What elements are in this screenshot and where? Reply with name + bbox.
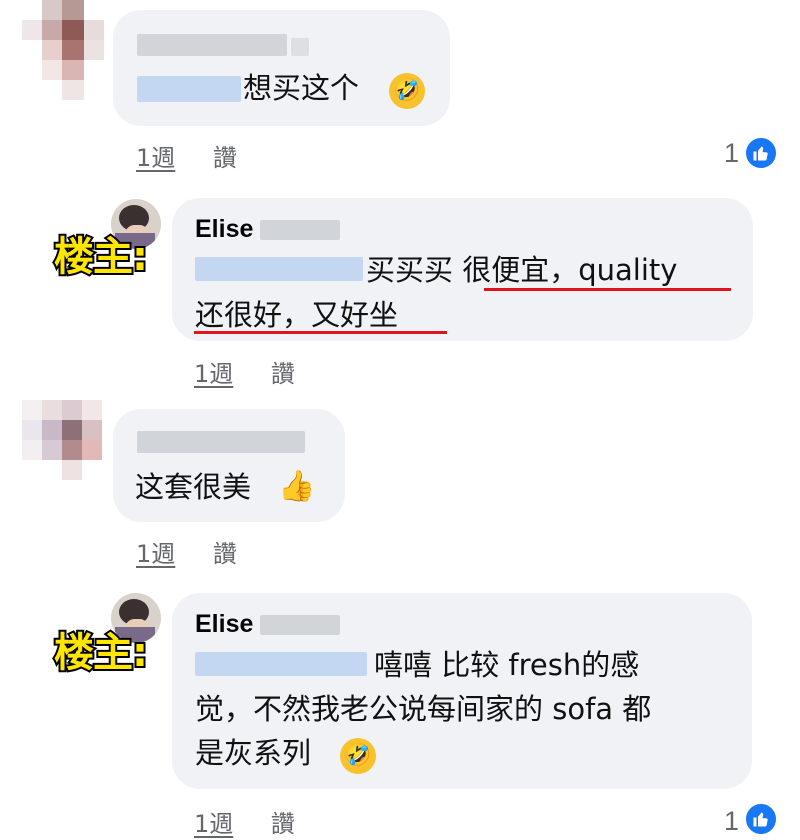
like-button[interactable]: 讚 — [271, 360, 295, 388]
mention-redacted[interactable] — [195, 652, 367, 676]
comment-bubble: Elise 买买买 很便宜，quality 还很好，又好坐 — [172, 198, 753, 341]
timestamp-link[interactable]: 1週 — [194, 810, 233, 838]
comment-text-line-1: 买买买 很便宜，quality — [366, 253, 678, 287]
thread-owner-tag: 楼主: — [52, 628, 150, 678]
comment-text: 想买这个 — [243, 71, 360, 105]
comment-text-line-2: 觉，不然我老公说每间家的 sofa 都 — [195, 692, 652, 726]
rofl-emoji-icon: 🤣 — [340, 738, 376, 774]
comment-meta: 1週 讚 — [194, 804, 295, 839]
comment-text-line-1: 嘻嘻 比较 fresh的感 — [374, 648, 640, 682]
like-button[interactable]: 讚 — [213, 144, 237, 172]
avatar[interactable] — [22, 400, 102, 480]
like-button[interactable]: 讚 — [213, 540, 237, 568]
timestamp-link[interactable]: 1週 — [136, 540, 175, 568]
thread-owner-tag: 楼主: — [52, 232, 150, 282]
comment-bubble: 这套很美 👍 — [113, 409, 345, 522]
rofl-emoji-icon: 🤣 — [389, 73, 425, 109]
author-name[interactable]: Elise — [195, 610, 253, 639]
author-name-redacted — [260, 220, 340, 240]
comment-text-line-3: 是灰系列 — [195, 736, 312, 770]
timestamp-link[interactable]: 1週 — [194, 360, 233, 388]
author-name-redacted — [137, 431, 305, 453]
timestamp-link[interactable]: 1週 — [136, 144, 175, 172]
reaction-count[interactable]: 1 — [724, 806, 739, 837]
author-name[interactable]: Elise — [195, 215, 253, 244]
like-reaction-icon[interactable] — [744, 802, 778, 836]
highlight-underline — [194, 331, 447, 334]
author-name-redacted — [260, 615, 340, 635]
comment-meta: 1週 讚 — [136, 534, 237, 569]
author-name-redacted — [137, 34, 287, 56]
like-button[interactable]: 讚 — [271, 810, 295, 838]
avatar[interactable] — [22, 0, 104, 100]
comment-bubble: Elise 嘻嘻 比较 fresh的感 觉，不然我老公说每间家的 sofa 都 … — [172, 593, 752, 789]
highlight-underline — [484, 288, 731, 291]
mention-redacted[interactable] — [195, 257, 363, 281]
comment-meta: 1週 讚 — [136, 138, 237, 173]
reaction-count[interactable]: 1 — [724, 138, 739, 169]
mention-redacted[interactable] — [137, 76, 241, 102]
comment-bubble: 想买这个 🤣 — [113, 10, 450, 126]
comment-text: 这套很美 — [135, 470, 252, 504]
comment-meta: 1週 讚 — [194, 354, 295, 389]
like-reaction-icon[interactable] — [744, 136, 778, 170]
author-name-redacted — [291, 38, 309, 56]
thumbs-up-emoji-icon: 👍 — [278, 469, 316, 504]
